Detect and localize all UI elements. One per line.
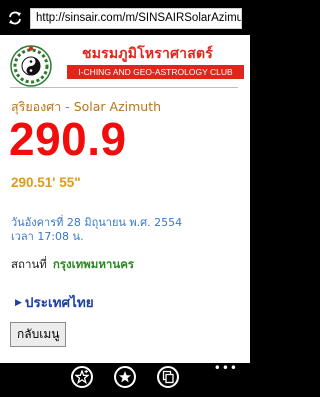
location-value: กรุงเทพมหานคร	[52, 257, 135, 271]
azimuth-dms-value: 290.51' 55"	[11, 175, 81, 190]
divider	[10, 87, 238, 88]
logo-icon	[10, 45, 52, 87]
country-link-label: ประเทศไทย	[24, 295, 94, 311]
club-name-thai: ชมรมภูมิโหราศาสตร์	[82, 46, 213, 62]
favorites-button[interactable]	[114, 366, 136, 388]
location-label: สถานที่	[11, 257, 47, 271]
app-bar: •••	[0, 362, 250, 397]
back-to-menu-button[interactable]: กลับเมนู	[10, 322, 67, 347]
web-page: ชมรมภูมิโหราศาสตร์ I-CHING AND GEO-ASTRO…	[0, 35, 250, 363]
browser-address-bar: http://sinsair.com/m/SINSAIRSolarAzimuth	[0, 0, 250, 35]
add-favorite-button[interactable]	[71, 366, 93, 388]
tabs-icon	[162, 370, 174, 384]
favorites-icon	[119, 371, 131, 383]
tabs-button[interactable]	[157, 366, 179, 388]
time-text: เวลา 17:08 น.	[11, 230, 84, 243]
caret-right-icon: ▶	[15, 298, 22, 308]
club-name-english: I-CHING AND GEO-ASTROLOGY CLUB	[67, 65, 244, 79]
country-link[interactable]: ▶ ประเทศไทย	[15, 291, 94, 313]
refresh-icon[interactable]	[8, 11, 22, 25]
url-field[interactable]: http://sinsair.com/m/SINSAIRSolarAzimuth	[30, 8, 242, 29]
more-options-button[interactable]: •••	[214, 362, 238, 374]
azimuth-value: 290.9	[9, 113, 127, 165]
add-favorite-icon	[75, 370, 89, 384]
location-row: สถานที่ กรุงเทพมหานคร	[11, 256, 134, 274]
